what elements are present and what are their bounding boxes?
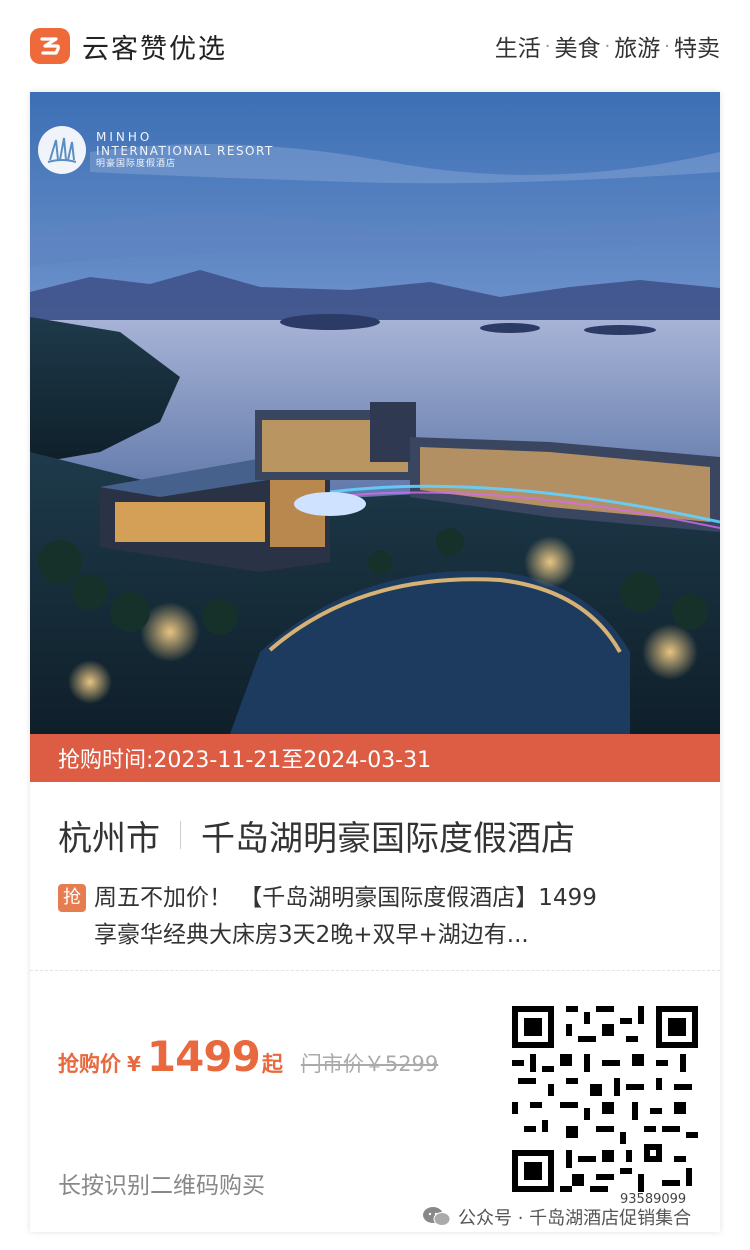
nav-separator: ·	[664, 35, 670, 57]
product-card[interactable]: MINHO INTERNATIONAL RESORT 明豪国际度假酒店 抢购时间…	[30, 92, 720, 1232]
resort-logo-text: MINHO INTERNATIONAL RESORT 明豪国际度假酒店	[96, 130, 274, 169]
price-row: 抢购价 ¥ 1499 起 门市价￥5299	[58, 1032, 438, 1081]
resort-logo-line1: MINHO	[96, 130, 153, 145]
qr-purchase-hint: 长按识别二维码购买	[58, 1173, 265, 1199]
brand[interactable]: 云客赞优选	[30, 27, 227, 66]
deal-time-bar: 抢购时间:2023-11-21至2024-03-31	[30, 734, 720, 782]
nav-item-life[interactable]: 生活	[495, 29, 541, 63]
dashed-divider	[30, 970, 720, 971]
description-text-1: 周五不加价！ 【千岛湖明豪国际度假酒店】1499	[94, 885, 597, 911]
price-value: 1499	[146, 1032, 261, 1081]
nav-separator: ·	[604, 35, 611, 57]
price-currency: ¥	[127, 1052, 141, 1076]
city-name: 杭州市	[58, 818, 160, 859]
listing-description: 抢周五不加价！ 【千岛湖明豪国际度假酒店】1499 享豪华经典大床房3天2晚+双…	[58, 880, 698, 954]
top-header: 云客赞优选 生活 · 美食 · 旅游 · 特卖	[0, 0, 750, 92]
original-price: 门市价￥5299	[300, 1052, 439, 1076]
flash-sale-badge: 抢	[58, 884, 86, 912]
nav-item-food[interactable]: 美食	[555, 29, 601, 63]
category-nav: 生活 · 美食 · 旅游 · 特卖	[495, 29, 720, 63]
resort-logo-line3: 明豪国际度假酒店	[96, 158, 177, 169]
description-line-1: 抢周五不加价！ 【千岛湖明豪国际度假酒店】1499	[58, 880, 698, 917]
watermark-text: 公众号 · 千岛湖酒店促销集合	[458, 1208, 692, 1229]
nav-item-sale[interactable]: 特卖	[674, 29, 720, 63]
resort-emblem-icon	[38, 126, 86, 174]
brand-logo-icon	[30, 28, 70, 64]
purchase-qr-code[interactable]	[512, 1006, 698, 1192]
price-suffix: 起	[261, 1052, 283, 1076]
hotel-name: 千岛湖明豪国际度假酒店	[201, 818, 575, 859]
price-label: 抢购价	[58, 1052, 121, 1076]
title-divider	[180, 821, 181, 849]
nav-separator: ·	[544, 35, 551, 57]
listing-title: 杭州市 千岛湖明豪国际度假酒店	[58, 810, 575, 860]
resort-logo-line2: INTERNATIONAL RESORT	[96, 143, 274, 158]
resort-logo: MINHO INTERNATIONAL RESORT 明豪国际度假酒店	[38, 126, 274, 174]
description-line-2: 享豪华经典大床房3天2晚+双早+湖边有...	[94, 922, 529, 948]
deal-time-text: 抢购时间:2023-11-21至2024-03-31	[58, 748, 432, 773]
wechat-icon	[422, 1205, 452, 1229]
brand-name: 云客赞优选	[82, 33, 227, 65]
hotel-hero-image[interactable]: MINHO INTERNATIONAL RESORT 明豪国际度假酒店	[30, 92, 720, 734]
wechat-watermark: 公众号 · 千岛湖酒店促销集合	[422, 1204, 691, 1230]
nav-item-travel[interactable]: 旅游	[614, 29, 660, 63]
